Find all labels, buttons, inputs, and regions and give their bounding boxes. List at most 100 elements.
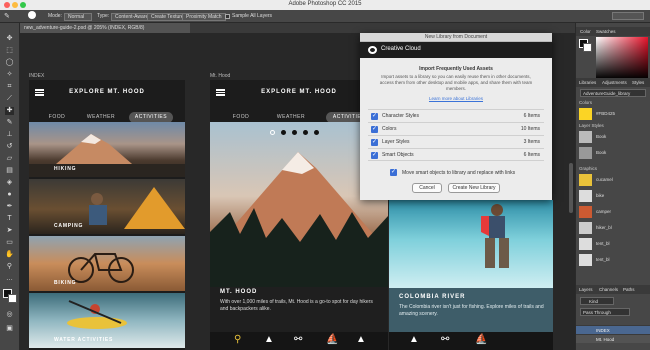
type-tool-icon[interactable]: T — [5, 215, 14, 223]
dodge-tool-icon[interactable]: ● — [5, 191, 14, 199]
tent-icon[interactable]: ▲ — [409, 334, 419, 345]
tab-color[interactable]: Color — [580, 29, 591, 34]
background-color-swatch[interactable] — [8, 294, 17, 303]
sailboat-icon[interactable]: ⛵ — [475, 334, 487, 345]
mode-select[interactable]: Normal — [64, 13, 92, 21]
healing-brush-tool-icon[interactable]: ✚ — [5, 107, 14, 115]
tile-water-activities[interactable]: WATER ACTIVITIES — [29, 293, 185, 348]
checkbox-colors[interactable]: ✓ — [371, 126, 378, 133]
asset-label: Character Styles — [382, 113, 419, 119]
bike-icon[interactable]: ⚯ — [441, 334, 449, 345]
layer-kind-filter[interactable]: Kind — [580, 297, 614, 305]
swatch — [579, 238, 592, 250]
tab-adjustments[interactable]: Adjustments — [602, 80, 627, 85]
library-item[interactable]: camper — [579, 205, 649, 219]
carousel-dots[interactable] — [270, 130, 328, 136]
document-tab[interactable]: new_adventure-guide-2.psd @ 205% (INDEX,… — [20, 23, 190, 33]
library-item[interactable]: cucamel — [579, 173, 649, 187]
bike-icon[interactable]: ⚯ — [294, 334, 302, 345]
swatch — [579, 131, 592, 143]
crop-tool-icon[interactable]: ⌗ — [5, 83, 14, 91]
asset-row-colors[interactable]: ✓ Colors 10 Items — [368, 122, 544, 135]
layer-row[interactable]: INDEX — [576, 325, 650, 334]
blur-tool-icon[interactable]: ◈ — [5, 179, 14, 187]
checkbox-smart-objects[interactable]: ✓ — [371, 152, 378, 159]
tab-styles[interactable]: Styles — [632, 80, 644, 85]
healing-brush-icon[interactable]: ✎ — [4, 12, 10, 20]
gradient-tool-icon[interactable]: ▤ — [5, 167, 14, 175]
asset-label: Colors — [382, 126, 397, 132]
sailboat-icon[interactable]: ⛵ — [326, 334, 338, 345]
tab-channels[interactable]: Channels — [599, 287, 618, 292]
asset-count: 10 Items — [520, 126, 540, 132]
asset-row-character-styles[interactable]: ✓ Character Styles 6 Items — [368, 109, 544, 122]
screen-mode-icon[interactable]: ▣ — [5, 325, 14, 333]
create-new-library-button[interactable]: Create New Library — [448, 183, 500, 193]
app-title: EXPLORE MT. HOOD — [69, 89, 145, 95]
activity-icon-bar: ⚲ ▲ ⚯ ⛵ ▲ — [210, 332, 388, 350]
quick-select-tool-icon[interactable]: ✧ — [5, 71, 14, 79]
asset-row-layer-styles[interactable]: ✓ Layer Styles 3 Items — [368, 135, 544, 148]
mthood-body: With over 1,000 miles of trails, Mt. Hoo… — [220, 299, 373, 312]
layer-name: INDEX — [596, 328, 610, 333]
artboard-index[interactable]: EXPLORE MT. HOOD FOOD WEATHER ACTIVITIES… — [29, 80, 185, 350]
eraser-tool-icon[interactable]: ▱ — [5, 155, 14, 163]
proximity-match-button[interactable]: Proximity Match — [182, 13, 226, 21]
zoom-tool-icon[interactable]: ⚲ — [5, 263, 14, 271]
checkbox-character-styles[interactable]: ✓ — [371, 113, 378, 120]
sample-all-layers-label: Sample All Layers — [232, 13, 273, 19]
move-smart-objects-checkbox[interactable]: ✓ — [390, 169, 397, 176]
lasso-tool-icon[interactable]: ◯ — [5, 59, 14, 67]
tile-biking[interactable]: BIKING — [29, 236, 185, 291]
asset-row-smart-objects[interactable]: ✓ Smart Objects 6 Items — [368, 148, 544, 161]
river-heading: COLOMBIA RIVER — [399, 294, 466, 300]
move-tool-icon[interactable]: ✥ — [5, 35, 14, 43]
rectangle-tool-icon[interactable]: ▭ — [5, 239, 14, 247]
panel-background-swatch[interactable] — [583, 43, 592, 52]
tab-swatches[interactable]: Swatches — [596, 29, 616, 34]
sample-all-layers-checkbox[interactable] — [225, 14, 230, 19]
history-brush-tool-icon[interactable]: ↺ — [5, 143, 14, 151]
library-item[interactable]: tent_bl — [579, 237, 649, 251]
tile-hiking[interactable]: HIKING — [29, 122, 185, 177]
pen-tool-icon[interactable]: ✒ — [5, 203, 14, 211]
eyedropper-tool-icon[interactable]: ⟋ — [5, 95, 14, 103]
library-item[interactable]: hiker_bl — [579, 221, 649, 235]
cancel-button[interactable]: Cancel — [412, 183, 442, 193]
library-item-name: #FBD425 — [596, 111, 616, 116]
library-select[interactable]: AdventureGuide_library — [580, 89, 646, 97]
tab-layers[interactable]: Layers — [579, 287, 593, 292]
tile-label-camping: CAMPING — [54, 223, 84, 229]
tab-libraries[interactable]: Libraries — [579, 80, 596, 85]
tent-icon[interactable]: ▲ — [264, 334, 274, 345]
graphics-section-label: Graphics — [579, 166, 598, 171]
brush-preset-picker[interactable] — [28, 11, 36, 19]
clone-stamp-tool-icon[interactable]: ⊥ — [5, 131, 14, 139]
brush-tool-icon[interactable]: ✎ — [5, 119, 14, 127]
library-item[interactable]: #FBD425 — [579, 107, 649, 121]
artboard-label-mthood[interactable]: Mt. Hood — [210, 73, 230, 79]
tile-camping[interactable]: CAMPING — [29, 179, 185, 234]
quick-mask-icon[interactable]: ◎ — [5, 311, 14, 319]
learn-more-link[interactable]: Learn more about Libraries — [360, 96, 552, 101]
more-tools-icon[interactable]: … — [5, 275, 14, 283]
library-item[interactable]: Book — [579, 146, 649, 160]
tent-icon[interactable]: ▲ — [356, 334, 366, 345]
library-item[interactable]: tent_bl — [579, 253, 649, 267]
canvas-scrollbar[interactable] — [569, 163, 573, 213]
tab-paths[interactable]: Paths — [623, 287, 635, 292]
library-item[interactable]: Book — [579, 130, 649, 144]
artboard-label-index[interactable]: INDEX — [29, 73, 44, 79]
color-picker-field[interactable] — [596, 37, 648, 79]
title-bar: Adobe Photoshop CC 2015 — [0, 0, 650, 10]
layer-row[interactable]: Mt. Hood — [576, 334, 650, 343]
workspace-switcher[interactable] — [612, 12, 644, 20]
checkbox-layer-styles[interactable]: ✓ — [371, 139, 378, 146]
hiker-icon[interactable]: ⚲ — [234, 334, 241, 345]
library-item[interactable]: bike — [579, 189, 649, 203]
path-select-tool-icon[interactable]: ➤ — [5, 227, 14, 235]
artboard-river[interactable]: COLOMBIA RIVER The Colombia river isn't … — [389, 200, 553, 350]
hand-tool-icon[interactable]: ✋ — [5, 251, 14, 259]
blend-mode-select[interactable]: Pass Through — [580, 308, 630, 316]
marquee-tool-icon[interactable]: ⬚ — [5, 47, 14, 55]
